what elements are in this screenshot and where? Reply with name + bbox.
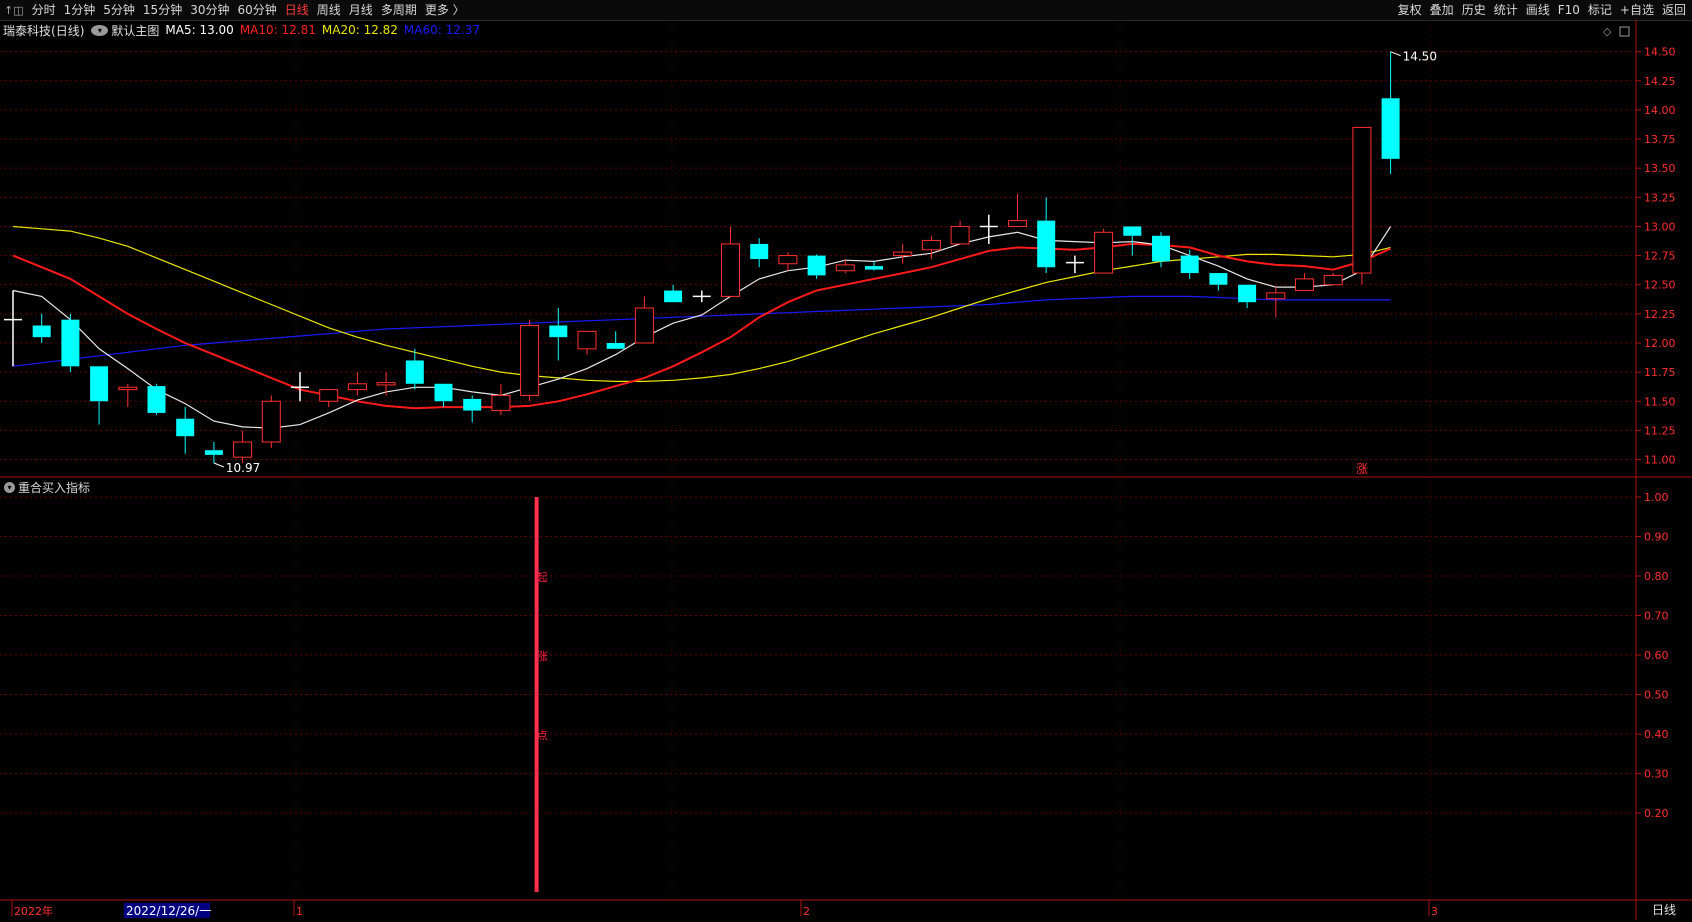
time-label: 2022年 [14, 904, 53, 918]
candle-down [434, 383, 453, 402]
candle-up [893, 251, 913, 257]
candle-up [319, 389, 339, 402]
signal-char: 涨 [537, 650, 548, 663]
indicator-tick-label: 0.20 [1644, 807, 1669, 820]
candle-down [807, 255, 826, 276]
window-toggle-icon[interactable] [1619, 26, 1630, 37]
price-tick-label: 12.25 [1644, 308, 1676, 321]
indicator-tick-label: 0.60 [1644, 649, 1669, 662]
candle-up [376, 382, 396, 386]
price-tick-label: 11.25 [1644, 424, 1676, 437]
candle-up [520, 325, 540, 396]
buy-signal-bar [534, 497, 539, 893]
candle-down [463, 398, 482, 411]
ma20-line [12, 225, 1391, 382]
diamond-icon[interactable]: ◇ [1603, 25, 1612, 38]
candle-up [491, 394, 511, 412]
candle-down [664, 290, 683, 303]
candle-down [1180, 255, 1199, 274]
candle-up [721, 243, 740, 297]
candle-up [1094, 231, 1114, 274]
price-tick-label: 14.00 [1644, 104, 1676, 117]
price-axis: 14.50 14.25 14.00 13.75 13.50 13.25 13.00 12.75… [1636, 46, 1676, 467]
candle-down [90, 366, 109, 402]
candle-up [950, 225, 970, 245]
price-tick-label: 12.50 [1644, 279, 1676, 292]
time-label: 1 [296, 905, 303, 918]
candle-down [1209, 273, 1228, 285]
low-price-label: 10.97 [226, 461, 260, 475]
candle-up [233, 441, 253, 458]
price-tick-label: 14.50 [1644, 46, 1676, 59]
candle-up [778, 255, 798, 265]
period-mode-label[interactable]: 日线 [1636, 900, 1692, 920]
candle-down [549, 325, 568, 338]
price-tick-label: 11.00 [1644, 454, 1676, 467]
price-tick-label: 12.75 [1644, 250, 1676, 263]
candle-down [1152, 235, 1170, 262]
ma60-line [12, 295, 1391, 367]
candle-down [750, 243, 769, 260]
candle-down [865, 266, 883, 270]
signal-char: 点 [537, 729, 548, 742]
time-label: 2 [803, 905, 810, 918]
kline-chart[interactable]: 14.50 14.25 14.00 13.75 13.50 13.25 13.00 12.75… [0, 0, 1692, 922]
candle-down [1123, 226, 1142, 236]
candle-up [1295, 278, 1314, 292]
candle-up [347, 383, 367, 391]
price-tick-label: 14.25 [1644, 75, 1676, 88]
cursor-date-label: 2022/12/26/一 [126, 904, 211, 918]
candle-up [1352, 126, 1372, 274]
high-pointer [1390, 51, 1401, 57]
price-tick-label: 12.00 [1644, 337, 1676, 350]
time-axis: 2022年 2022/12/26/一 1 2 3 [11, 900, 1438, 918]
indicator-tick-label: 0.30 [1644, 768, 1669, 781]
rise-badge: 涨 [1356, 461, 1368, 476]
indicator-axis: 1.00 0.90 0.80 0.70 0.60 0.50 0.40 0.30 0.20 [1636, 491, 1669, 820]
price-tick-label: 13.75 [1644, 133, 1676, 146]
price-tick-label: 11.75 [1644, 366, 1676, 379]
indicator-tick-label: 0.90 [1644, 531, 1669, 544]
candle-up [1323, 274, 1343, 286]
candle-up [634, 307, 654, 344]
price-tick-label: 11.50 [1644, 395, 1676, 408]
corner-icons: ◇ [1603, 25, 1630, 38]
indicator-tick-label: 1.00 [1644, 491, 1669, 504]
indicator-tick-label: 0.50 [1644, 689, 1669, 702]
low-pointer [213, 462, 225, 468]
candle-up [1008, 220, 1027, 227]
indicator-tick-label: 0.40 [1644, 728, 1669, 741]
candle-down [1381, 98, 1400, 159]
candle-down [61, 319, 80, 367]
candle-down [204, 450, 223, 455]
candle-down [1238, 284, 1257, 303]
candle-down [606, 342, 625, 349]
signal-char: 起 [537, 571, 548, 584]
indicator-tick-label: 0.70 [1644, 610, 1669, 623]
candle-down [32, 325, 51, 338]
candle-up [921, 239, 941, 251]
candle-down [176, 418, 195, 437]
candle-down [147, 386, 166, 413]
price-tick-label: 13.00 [1644, 220, 1676, 233]
candle-up [835, 264, 855, 272]
time-label: 3 [1431, 905, 1438, 918]
candle-up [577, 330, 597, 350]
price-tick-label: 13.50 [1644, 162, 1676, 175]
candle-down [1037, 220, 1056, 268]
indicator-tick-label: 0.80 [1644, 570, 1669, 583]
high-price-label: 14.50 [1403, 50, 1437, 64]
candle-up [118, 386, 138, 391]
candle-down [405, 360, 424, 384]
candle-up [261, 400, 281, 443]
price-tick-label: 13.25 [1644, 191, 1676, 204]
candle-up [1266, 292, 1286, 300]
